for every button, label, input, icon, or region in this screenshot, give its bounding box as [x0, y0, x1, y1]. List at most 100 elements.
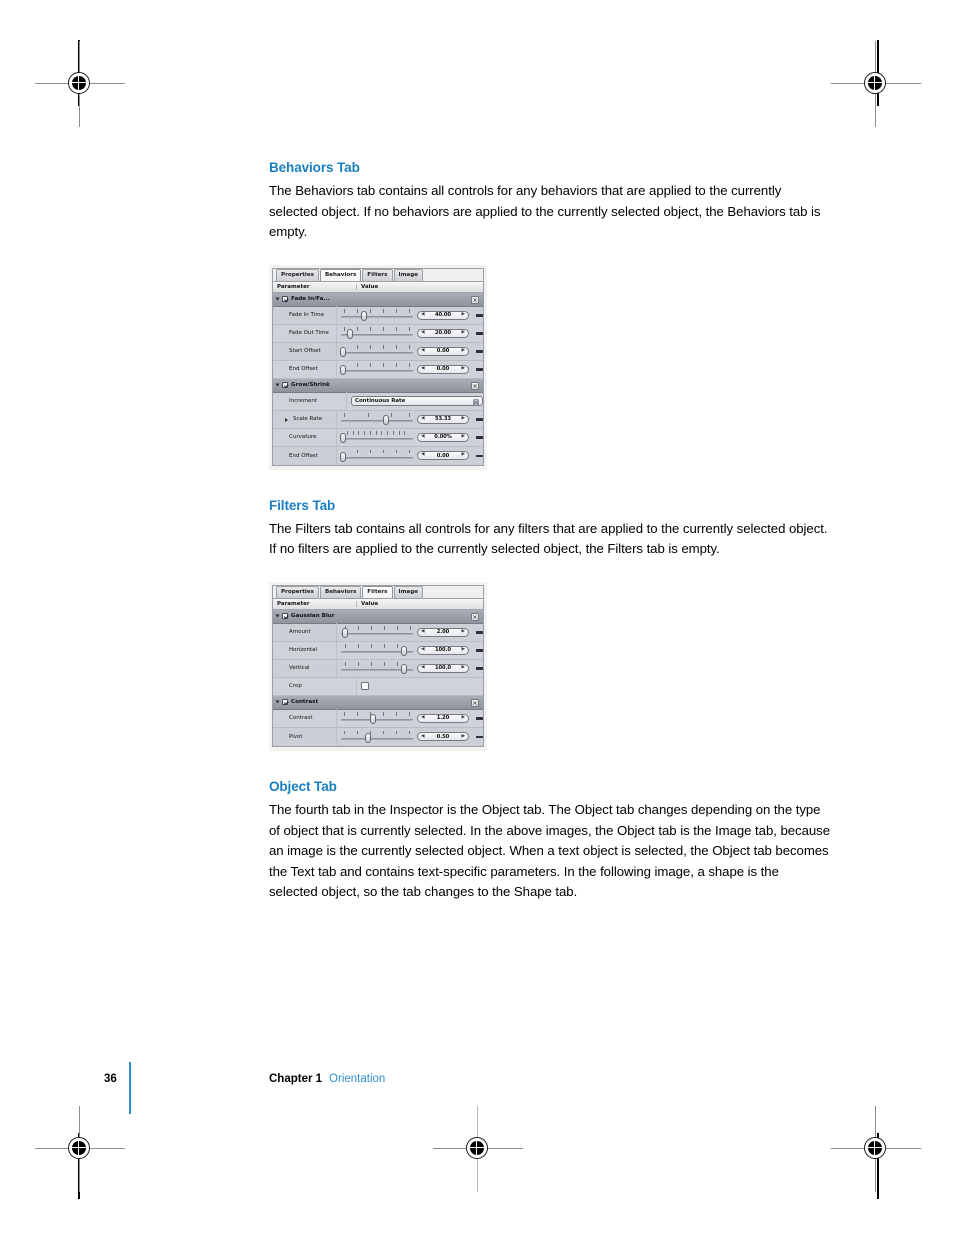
disclosure-triangle-icon[interactable] [275, 383, 280, 387]
param-label: Crop [273, 677, 357, 696]
animation-menu-icon[interactable] [476, 418, 483, 421]
slider-end-offset[interactable] [340, 362, 413, 376]
disclosure-triangle-icon[interactable] [275, 297, 280, 301]
animation-menu-icon[interactable] [476, 314, 483, 317]
close-icon[interactable]: × [471, 698, 479, 707]
animation-menu-icon[interactable] [476, 332, 483, 335]
enable-checkbox[interactable] [282, 382, 288, 389]
tab-behaviors[interactable]: Behaviors [319, 268, 362, 281]
param-label: Increment [273, 392, 347, 411]
value-text: 100.0 [435, 647, 451, 654]
slider-horizontal[interactable] [341, 643, 413, 657]
footer-section: Orientation [329, 1073, 386, 1085]
registration-mark-top-right [831, 41, 921, 127]
group-header-contrast[interactable]: Contrast × [273, 695, 483, 710]
animation-menu-icon[interactable] [476, 717, 483, 720]
increment-icon[interactable]: ▶ [461, 348, 465, 354]
group-header-grow-shrink[interactable]: Grow/Shrink × [273, 378, 483, 393]
section-object-tab: Object Tab The fourth tab in the Inspect… [269, 779, 831, 903]
tab-filters[interactable]: Filters [362, 585, 393, 598]
increment-icon[interactable]: ▶ [461, 416, 465, 422]
increment-icon[interactable]: ▶ [461, 330, 465, 336]
animation-menu-icon[interactable] [476, 350, 483, 353]
crop-checkbox[interactable] [361, 682, 369, 691]
slider-amount[interactable] [341, 625, 413, 639]
increment-icon[interactable]: ▶ [461, 434, 465, 440]
close-icon[interactable]: × [471, 381, 479, 390]
param-label: Contrast [273, 709, 337, 728]
value-text: 53.33 [435, 416, 451, 423]
increment-icon[interactable]: ▶ [461, 666, 465, 671]
animation-menu-icon[interactable] [476, 735, 483, 739]
slider-curvature[interactable] [340, 430, 413, 444]
increment-icon[interactable]: ▶ [461, 716, 465, 721]
animation-menu-icon[interactable] [476, 368, 483, 371]
value-field-vertical[interactable]: ◀ 100.0 ▶ [417, 663, 469, 673]
increment-icon[interactable]: ▶ [461, 453, 465, 458]
disclosure-triangle-icon[interactable] [275, 700, 280, 704]
value-field-curvature[interactable]: ◀ 0.00% ▶ [417, 432, 469, 442]
enable-checkbox[interactable] [282, 613, 288, 620]
disclosure-triangle-icon[interactable] [275, 614, 280, 618]
increment-icon[interactable]: ▶ [461, 648, 465, 653]
param-label: Fade Out Time [273, 324, 337, 343]
increment-icon[interactable]: ▶ [461, 734, 465, 740]
value-field-contrast[interactable]: ◀ 1.20 ▶ [417, 713, 469, 723]
enable-checkbox[interactable] [282, 296, 288, 303]
registration-mark-bottom-left [35, 1106, 125, 1192]
inspector-column-header: Parameter Value [273, 281, 483, 293]
group-header-fade-in-fade-out[interactable]: Fade In/Fa... × [273, 292, 483, 307]
close-icon[interactable]: × [471, 295, 479, 304]
value-text: 40.00 [435, 312, 451, 319]
enable-checkbox[interactable] [282, 699, 288, 706]
value-field-end-offset[interactable]: ◀ 0.00 ▶ [417, 364, 469, 374]
disclosure-triangle-icon[interactable] [285, 417, 288, 422]
value-field-scale-rate[interactable]: ◀ 53.33 ▶ [417, 414, 469, 424]
close-icon[interactable]: × [471, 612, 479, 621]
slider-end-offset-2[interactable] [340, 449, 413, 463]
slider-contrast[interactable] [341, 711, 413, 725]
animation-menu-icon[interactable] [476, 649, 483, 652]
tab-filters[interactable]: Filters [362, 268, 393, 281]
animation-menu-icon[interactable] [476, 436, 483, 439]
tab-behaviors[interactable]: Behaviors [319, 585, 362, 598]
tab-image[interactable]: Image [393, 585, 423, 598]
value-field-horizontal[interactable]: ◀ 100.0 ▶ [417, 645, 469, 655]
param-label: End Offset [273, 360, 337, 379]
tab-properties[interactable]: Properties [276, 585, 319, 598]
value-field-start-offset[interactable]: ◀ 0.00 ▶ [417, 346, 469, 356]
slider-start-offset[interactable] [340, 344, 413, 358]
column-header-value: Value [361, 283, 379, 290]
param-label: Pivot [273, 727, 337, 746]
page-content: Behaviors Tab The Behaviors tab contains… [269, 160, 831, 903]
increment-icon[interactable]: ▶ [461, 630, 465, 635]
group-header-gaussian-blur[interactable]: Gaussian Blur × [273, 609, 483, 624]
param-row-fade-in-time: Fade In Time ◀ 40.00 ▶ [273, 306, 483, 325]
animation-menu-icon[interactable] [476, 631, 483, 634]
popup-menu-increment[interactable]: Continuous Rate [351, 396, 483, 407]
increment-icon[interactable]: ▶ [461, 366, 465, 372]
value-field-pivot[interactable]: ◀ 0.50 ▶ [417, 732, 469, 742]
value-field-fade-in-time[interactable]: ◀ 40.00 ▶ [417, 310, 469, 320]
param-label: Vertical [273, 659, 337, 678]
slider-fade-out-time[interactable] [341, 326, 413, 340]
slider-vertical[interactable] [341, 661, 413, 675]
tab-properties[interactable]: Properties [276, 268, 319, 281]
increment-icon[interactable]: ▶ [461, 312, 465, 318]
tab-image[interactable]: Image [393, 268, 423, 281]
slider-pivot[interactable] [341, 730, 413, 744]
value-text: 1.20 [436, 715, 450, 722]
animation-menu-icon[interactable] [476, 667, 483, 670]
section-heading: Object Tab [269, 778, 337, 794]
slider-fade-in-time[interactable] [341, 308, 413, 322]
chevron-updown-icon[interactable] [473, 398, 479, 406]
value-text: 0.00% [434, 434, 452, 441]
registration-mark-bottom-right [831, 1106, 921, 1192]
param-row-start-offset: Start Offset ◀ 0.00 ▶ [273, 342, 483, 361]
value-field-fade-out-time[interactable]: ◀ 20.00 ▶ [417, 328, 469, 338]
value-field-amount[interactable]: ◀ 2.00 ▶ [417, 627, 469, 637]
value-field-end-offset-2[interactable]: ◀ 0.00 ▶ [417, 451, 469, 461]
slider-scale-rate[interactable] [341, 412, 413, 426]
param-row-end-offset: End Offset ◀ 0.00 ▶ [273, 360, 483, 379]
animation-menu-icon[interactable] [476, 454, 483, 458]
